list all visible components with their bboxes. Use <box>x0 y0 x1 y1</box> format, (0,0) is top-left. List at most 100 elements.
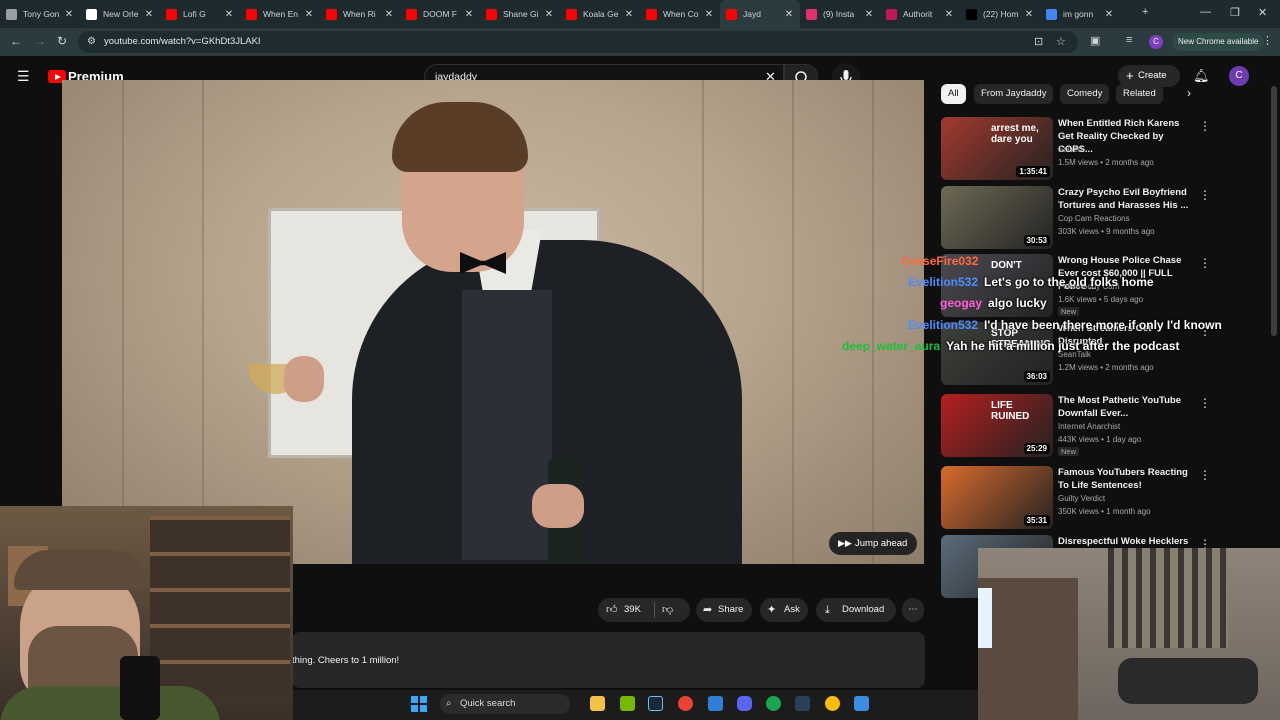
browser-tab[interactable]: DOOM F ✕ <box>400 0 480 28</box>
channel-name[interactable]: Solved <box>1058 145 1082 154</box>
browser-tab[interactable]: When Ri ✕ <box>320 0 400 28</box>
chrome-taskbar-icon[interactable] <box>678 696 693 711</box>
forward-icon[interactable]: → <box>34 34 46 48</box>
new-tab-icon[interactable]: + <box>1142 6 1148 18</box>
browser-tab[interactable]: (22) Hom ✕ <box>960 0 1040 28</box>
channel-name[interactable]: Internet Anarchist <box>1058 422 1120 431</box>
video-thumbnail[interactable]: LIFE RUINED 25:29 <box>941 394 1053 457</box>
discord-icon[interactable] <box>737 696 752 711</box>
recommendation-item[interactable]: 30:53 Crazy Psycho Evil Boyfriend Torture… <box>941 186 1241 250</box>
steam-icon[interactable] <box>795 696 810 711</box>
file-explorer-icon[interactable] <box>590 696 605 711</box>
tab-close-icon[interactable]: ✕ <box>1104 9 1114 20</box>
app-icon[interactable] <box>708 696 723 711</box>
hamburger-menu-icon[interactable]: ☰ <box>17 68 30 85</box>
notifications-bell-icon[interactable]: 🔔︎ <box>1193 68 1210 84</box>
more-options-icon[interactable]: ⋮ <box>1199 468 1211 482</box>
chat-message-text: algo lucky <box>988 296 1047 310</box>
jump-ahead-button[interactable]: ▶▶ Jump ahead <box>829 532 917 555</box>
close-window-icon[interactable]: ✕ <box>1258 6 1267 19</box>
recommendation-item[interactable]: arrest me, dare you 1:35:41 When Entitled … <box>941 117 1241 181</box>
tab-close-icon[interactable]: ✕ <box>944 9 954 20</box>
install-app-icon[interactable]: ⊡ <box>1034 31 1043 53</box>
tab-close-icon[interactable]: ✕ <box>784 9 794 20</box>
chevron-right-icon[interactable]: › <box>1187 86 1191 100</box>
minimize-icon[interactable]: — <box>1200 6 1211 18</box>
like-dislike-group: 👍︎ 39K 👎︎ <box>598 598 690 622</box>
app-icon[interactable] <box>766 696 781 711</box>
ask-button[interactable]: ✦ Ask <box>760 598 808 622</box>
chip-all[interactable]: All <box>941 84 966 104</box>
chip-related[interactable]: Related <box>1116 84 1163 104</box>
tab-close-icon[interactable]: ✕ <box>1024 9 1034 20</box>
browser-tab[interactable]: Authorit ✕ <box>880 0 960 28</box>
profile-avatar[interactable]: C <box>1149 35 1163 49</box>
more-options-icon[interactable]: ⋮ <box>1199 119 1211 133</box>
browser-tab[interactable]: im gonn ✕ <box>1040 0 1120 28</box>
maximize-icon[interactable]: ❐ <box>1230 6 1240 19</box>
tab-close-icon[interactable]: ✕ <box>464 9 474 20</box>
browser-tab[interactable]: Lofi G ✕ <box>160 0 240 28</box>
back-icon[interactable]: ← <box>10 34 22 48</box>
video-title[interactable]: Famous YouTubers Reacting To Life Senten… <box>1058 466 1193 492</box>
chat-username: CeaseFire032 <box>901 254 979 268</box>
video-duration: 35:31 <box>1023 515 1050 526</box>
recommendation-item[interactable]: LIFE RUINED 25:29 The Most Pathetic YouTub… <box>941 394 1241 458</box>
webcam-streamer-shirt <box>0 686 220 720</box>
recommendation-item[interactable]: 35:31 Famous YouTubers Reacting To Life S… <box>941 466 1241 530</box>
channel-name[interactable]: Cop Cam Reactions <box>1058 214 1130 223</box>
more-options-icon[interactable]: ⋮ <box>1199 188 1211 202</box>
video-title[interactable]: Crazy Psycho Evil Boyfriend Tortures and… <box>1058 186 1193 212</box>
tab-close-icon[interactable]: ✕ <box>544 9 554 20</box>
tab-close-icon[interactable]: ✕ <box>864 9 874 20</box>
browser-tab[interactable]: (9) Insta ✕ <box>800 0 880 28</box>
tab-close-icon[interactable]: ✕ <box>624 9 634 20</box>
bookmark-star-icon[interactable]: ☆ <box>1056 31 1066 53</box>
tab-close-icon[interactable]: ✕ <box>704 9 714 20</box>
video-title[interactable]: The Most Pathetic YouTube Downfall Ever.… <box>1058 394 1193 420</box>
tab-close-icon[interactable]: ✕ <box>224 9 234 20</box>
tab-close-icon[interactable]: ✕ <box>384 9 394 20</box>
channel-name[interactable]: Guilty Verdict <box>1058 494 1105 503</box>
video-thumbnail[interactable]: 35:31 <box>941 466 1053 529</box>
site-info-icon[interactable]: ⚙ <box>87 31 96 53</box>
tab-close-icon[interactable]: ✕ <box>64 9 74 20</box>
video-title[interactable]: Disrespectful Woke Hecklers <box>1058 535 1193 548</box>
sidebar-scrollbar[interactable] <box>1271 86 1277 336</box>
browser-tab[interactable]: New Orle ✕ <box>80 0 160 28</box>
video-player[interactable] <box>62 80 924 564</box>
app-icon[interactable] <box>854 696 869 711</box>
tab-close-icon[interactable]: ✕ <box>304 9 314 20</box>
taskbar-search-input[interactable]: ⌕ Quick search <box>440 694 570 714</box>
chip-from-jaydaddy[interactable]: From Jaydaddy <box>974 84 1054 104</box>
browser-tab[interactable]: When En ✕ <box>240 0 320 28</box>
like-icon[interactable]: 👍︎ <box>606 598 618 622</box>
video-thumbnail[interactable]: arrest me, dare you 1:35:41 <box>941 117 1053 180</box>
browser-tab[interactable]: Shane Gi ✕ <box>480 0 560 28</box>
more-options-icon[interactable]: ⋮ <box>1199 396 1211 410</box>
browser-tab[interactable]: Koala Ge ✕ <box>560 0 640 28</box>
browser-tab[interactable]: When Co ✕ <box>640 0 720 28</box>
account-avatar[interactable]: C <box>1229 66 1249 86</box>
share-button[interactable]: ➦ Share <box>696 598 752 622</box>
tab-close-icon[interactable]: ✕ <box>144 9 154 20</box>
address-bar[interactable]: ⚙ youtube.com/watch?v=GKhDt3JLAKI ⊡ ☆ <box>78 31 1078 53</box>
dislike-icon[interactable]: 👎︎ <box>662 598 673 622</box>
browser-tab[interactable]: Tony Gon ✕ <box>0 0 80 28</box>
steam-icon[interactable] <box>648 696 663 711</box>
windows-start-icon[interactable] <box>411 696 427 712</box>
download-button[interactable]: ⤓ Download <box>816 598 896 622</box>
chrome-taskbar-icon[interactable] <box>825 696 840 711</box>
browser-tab[interactable]: Jayd ✕ <box>720 0 800 28</box>
reading-list-icon[interactable]: ≡ <box>1126 34 1132 46</box>
extensions-icon[interactable]: ▣ <box>1090 34 1100 47</box>
reload-icon[interactable]: ↻ <box>57 34 67 48</box>
chip-comedy[interactable]: Comedy <box>1060 84 1110 104</box>
new-chrome-available-button[interactable]: New Chrome available <box>1172 33 1265 51</box>
video-thumbnail[interactable]: 30:53 <box>941 186 1053 249</box>
nvidia-icon[interactable] <box>620 696 635 711</box>
more-options-icon[interactable]: ⋮ <box>1199 256 1211 270</box>
more-actions-icon[interactable]: ⋯ <box>902 598 924 622</box>
chrome-menu-icon[interactable]: ⋮ <box>1262 34 1273 47</box>
like-count[interactable]: 39K <box>624 598 641 622</box>
